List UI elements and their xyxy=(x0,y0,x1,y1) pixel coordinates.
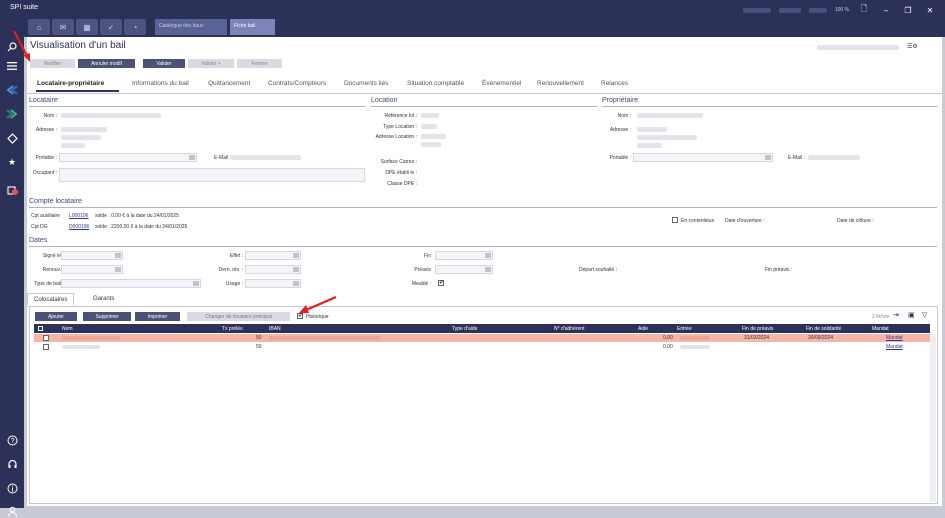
annotation-arrow-historique xyxy=(299,295,337,313)
annotation-arrows xyxy=(13,30,337,313)
annotation-arrow-modifier xyxy=(13,30,30,62)
